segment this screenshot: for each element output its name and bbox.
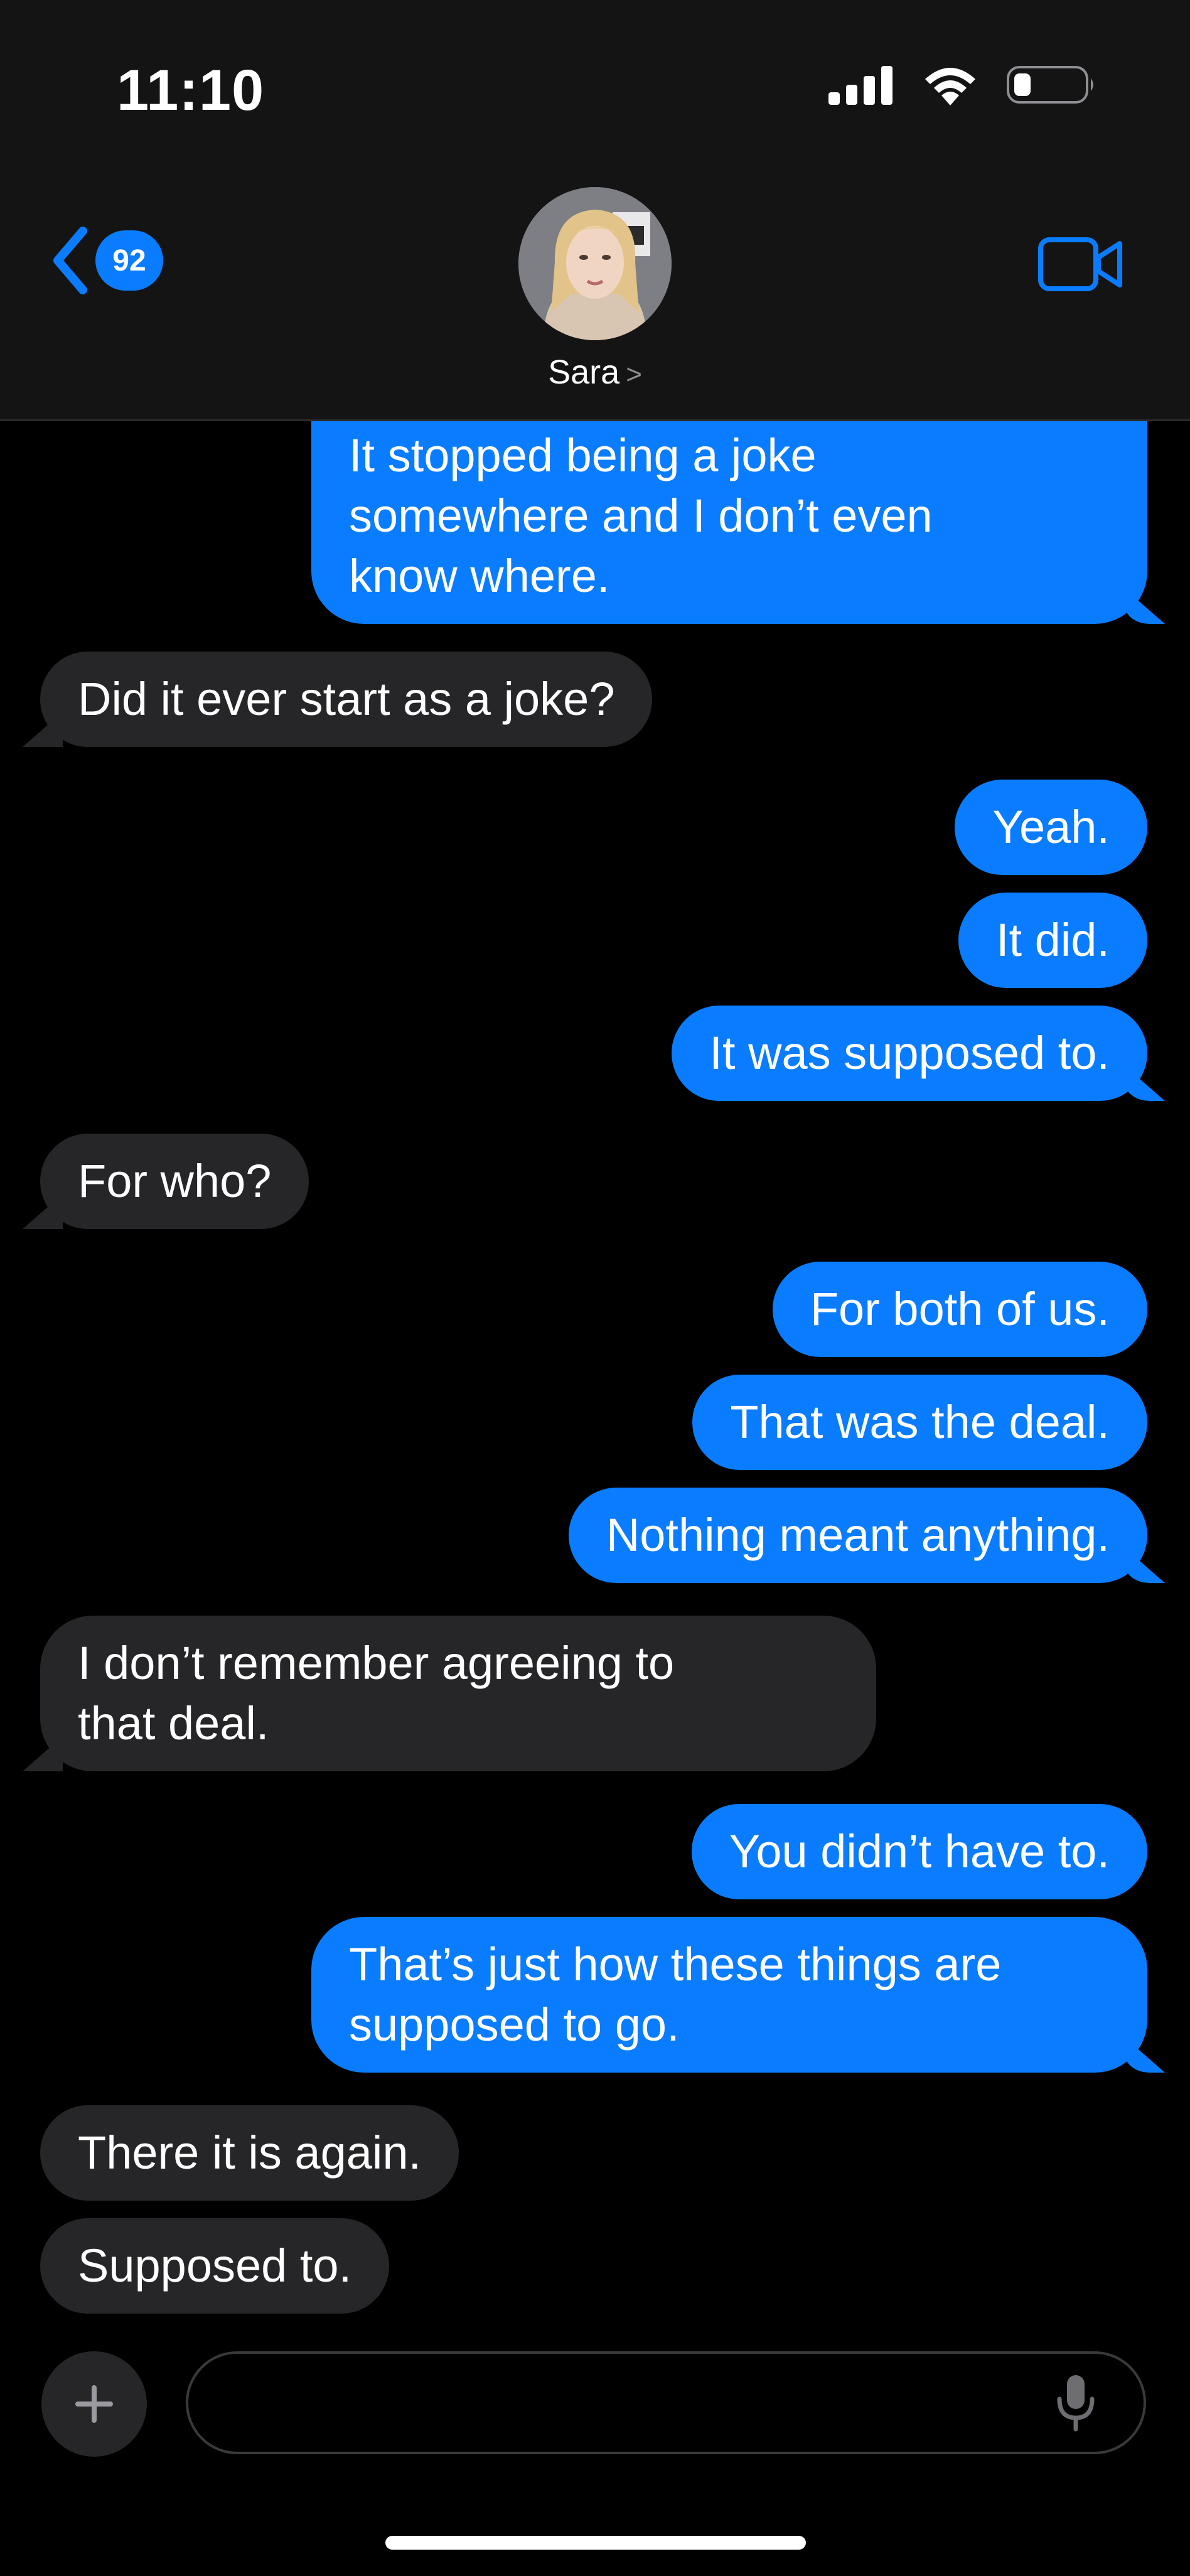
facetime-video-button[interactable] <box>1038 236 1123 296</box>
status-icons <box>828 63 1096 107</box>
message-bubble-outgoing[interactable]: It stopped being a joke somewhere and I … <box>311 419 1147 624</box>
apps-plus-button[interactable] <box>41 2351 147 2457</box>
message-bubble-incoming[interactable]: For who? <box>40 1134 309 1229</box>
message-bubble-outgoing[interactable]: Yeah. <box>955 780 1147 875</box>
cellular-signal-icon <box>828 66 893 105</box>
status-time: 11:10 <box>117 58 265 122</box>
unread-count-badge: 92 <box>95 230 163 291</box>
message-bubble-incoming[interactable]: There it is again. <box>40 2105 459 2201</box>
back-chevron-icon <box>53 227 87 294</box>
message-input[interactable] <box>186 2351 1146 2454</box>
wifi-icon <box>925 68 975 105</box>
video-camera-icon <box>1038 237 1122 291</box>
message-bubble-outgoing[interactable]: It did. <box>958 893 1147 988</box>
message-bubble-outgoing[interactable]: Nothing meant anything. <box>568 1488 1147 1583</box>
chevron-right-icon: > <box>626 359 642 390</box>
battery-icon <box>1007 66 1093 104</box>
conversation-header: 11:10 92 Sara > <box>0 0 1190 421</box>
home-indicator <box>385 2536 806 2550</box>
back-button[interactable]: 92 <box>50 226 163 295</box>
contact-name: Sara <box>548 353 620 391</box>
contact-name-button[interactable]: Sara > <box>0 353 1190 392</box>
message-bubble-incoming[interactable]: Supposed to. <box>40 2218 390 2314</box>
message-bubble-outgoing[interactable]: It was supposed to. <box>672 1006 1147 1101</box>
contact-avatar[interactable] <box>518 187 672 340</box>
dictation-button[interactable] <box>1057 2374 1095 2435</box>
message-bubble-incoming[interactable]: Did it ever start as a joke? <box>40 652 653 747</box>
message-bubble-outgoing[interactable]: You didn’t have to. <box>691 1804 1147 1899</box>
message-bubble-incoming[interactable]: I don’t remember agreeing to that deal. <box>40 1616 876 1771</box>
message-bubble-outgoing[interactable]: That’s just how these things are suppose… <box>311 1917 1147 2073</box>
microphone-icon <box>1057 2375 1095 2432</box>
avatar-image <box>518 187 672 340</box>
plus-icon <box>75 2385 113 2423</box>
message-bubble-outgoing[interactable]: That was the deal. <box>692 1375 1147 1470</box>
message-bubble-outgoing[interactable]: For both of us. <box>772 1262 1147 1357</box>
